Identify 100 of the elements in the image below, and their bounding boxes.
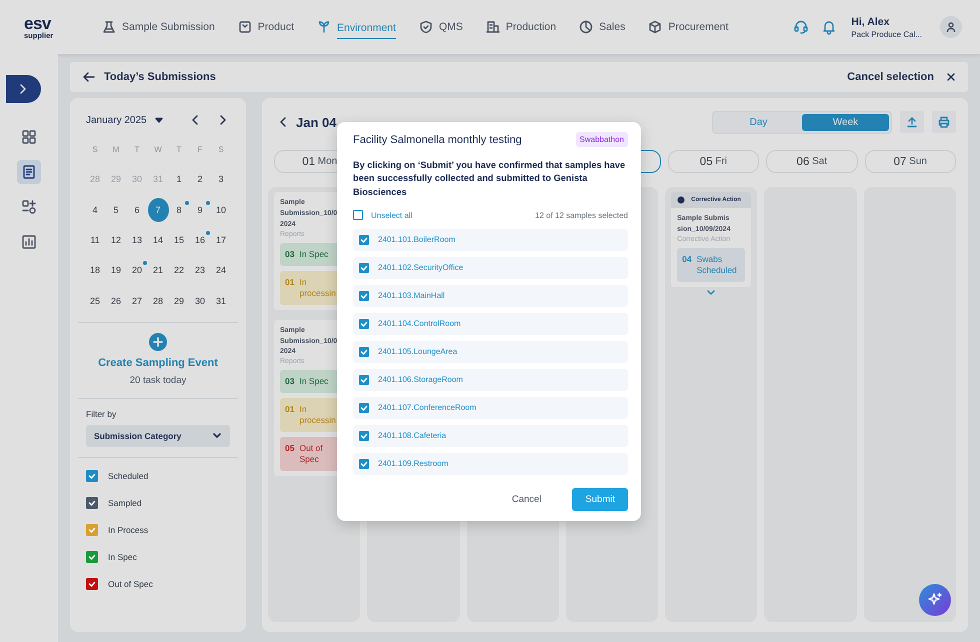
weekday-header[interactable]: 06 Sat [766,150,858,173]
calendar-day[interactable]: 15 [168,228,190,252]
logo-text[interactable]: esv [24,14,51,32]
calendar-day[interactable]: 3 [210,167,232,192]
dropdown-caret-icon[interactable] [154,117,163,123]
user-avatar[interactable] [940,16,962,38]
calendar-day[interactable]: 25 [84,288,106,313]
category-checkbox[interactable] [86,524,98,536]
calendar-day[interactable]: 24 [210,258,232,282]
cancel-selection-link[interactable]: Cancel selection [847,71,934,83]
category-label: Scheduled [108,470,148,481]
chip-label: In processin [299,404,337,426]
close-icon[interactable] [946,72,956,82]
category-checkbox[interactable] [86,496,98,509]
nav-tab[interactable]: Procurement [648,0,728,54]
month-selector[interactable]: January 2025 [86,114,147,126]
rail-button[interactable] [17,160,41,184]
sample-checkbox[interactable] [359,262,369,273]
category-checkbox[interactable] [86,550,98,563]
unselect-checkbox[interactable] [353,210,363,220]
calendar-day[interactable]: 26 [106,288,126,313]
calendar-day[interactable]: 12 [106,228,126,252]
sample-checkbox[interactable] [359,318,369,329]
check-icon [360,432,368,440]
calendar-day[interactable]: 29 [168,288,190,313]
check-icon [360,376,368,384]
calendar-day[interactable]: 17 [210,228,232,252]
chevron-left-icon[interactable] [278,116,288,128]
calendar-day[interactable]: 30 [190,288,210,313]
weekday-header[interactable]: 05 Fri [668,150,760,173]
calendar-day[interactable]: 2 [190,167,210,192]
check-icon [360,236,368,244]
chevron-right-icon[interactable] [218,114,228,126]
sample-checkbox[interactable] [359,458,369,469]
chevron-left-icon[interactable] [190,114,200,126]
check-icon [360,264,368,272]
calendar-day[interactable]: 23 [190,258,210,282]
calendar-day[interactable]: 27 [126,288,148,313]
building-icon [486,20,500,34]
sample-checkbox[interactable] [359,234,369,245]
calendar-day[interactable]: 8 [168,198,190,222]
calendar-day[interactable]: 1 [168,167,190,192]
sample-label: 2401.106.StorageRoom [378,375,463,384]
person-icon [946,22,956,32]
chip-count: 01 [285,276,294,289]
nav-tab[interactable]: Product [238,0,294,54]
check-icon [88,580,96,588]
calendar-day[interactable]: 21 [148,258,168,282]
chevron-right-icon [18,83,28,95]
headset-icon[interactable] [793,19,810,35]
nav-tab[interactable]: Sample Submission [102,0,215,54]
print-button[interactable] [932,111,956,133]
expand-button[interactable] [6,75,40,103]
company-name: Pack Produce Cal... [851,30,922,38]
add-button[interactable] [149,332,167,351]
unselect-all-link[interactable]: Unselect all [371,210,412,220]
nav-tab[interactable]: QMS [418,0,463,54]
sample-label: 2401.107.ConferenceRoom [378,403,476,412]
page-title: Today’s Submissions [104,71,216,83]
calendar-day[interactable]: 18 [84,258,106,282]
calendar-day[interactable]: 22 [168,258,190,282]
chip-label: In processin [299,276,337,299]
user-greeting: Hi, Alex [851,16,890,28]
calendar-day[interactable]: 4 [84,198,106,222]
chevron-down-icon[interactable] [706,288,716,297]
calendar-day[interactable]: 13 [126,228,148,252]
nav-tab[interactable]: Production [486,0,556,54]
export-button[interactable] [900,111,924,133]
bell-icon[interactable] [821,19,838,35]
calendar-day[interactable]: 14 [148,228,168,252]
sample-checkbox[interactable] [359,290,369,301]
sample-checkbox[interactable] [359,346,369,357]
calendar-day[interactable]: 10 [210,198,232,222]
back-arrow-icon[interactable] [82,70,96,84]
chip-count: 03 [285,248,294,260]
category-label: In Spec [108,552,137,562]
calendar-day[interactable]: 28 [148,288,168,313]
category-checkbox[interactable] [86,578,98,590]
event-tag: Swabbathon [576,132,628,147]
sample-checkbox[interactable] [359,430,369,441]
status-dot-icon [677,196,686,204]
sample-checkbox[interactable] [359,374,369,385]
grid-icon [21,129,37,145]
calendar-day[interactable]: 6 [126,198,148,222]
printer-icon [938,116,950,128]
calendar-day[interactable]: 5 [106,198,126,222]
check-icon [360,348,368,356]
calendar-day[interactable]: 19 [106,258,126,282]
calendar-day[interactable]: 11 [84,228,106,252]
calendar-day[interactable]: 20 [126,258,148,282]
nav-tab[interactable]: Sales [579,0,626,54]
sample-checkbox[interactable] [359,402,369,413]
flask-icon [102,20,116,34]
category-checkbox[interactable] [86,470,98,482]
calendar-day[interactable]: 31 [210,288,232,313]
calendar-day[interactable]: 9 [190,198,210,222]
weekday-header[interactable]: 07 Sun [864,150,956,173]
shapes-icon [21,199,37,215]
category-dropdown[interactable]: Submission Category [86,424,230,447]
calendar-day[interactable]: 16 [190,228,210,252]
